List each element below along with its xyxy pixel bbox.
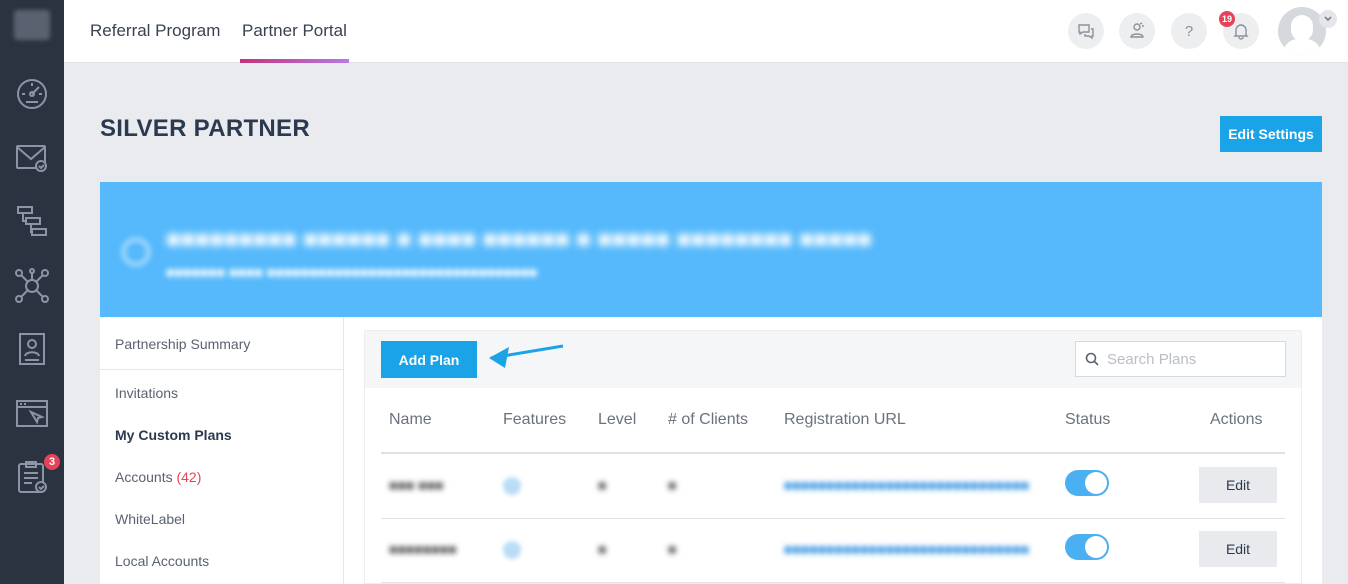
column-header-actions: Actions xyxy=(1210,411,1263,428)
tab-label: Partner Portal xyxy=(242,21,347,40)
edit-plan-button[interactable]: Edit xyxy=(1199,467,1277,503)
search-box xyxy=(1075,341,1286,377)
column-header-level[interactable]: Level xyxy=(598,411,636,429)
help-button[interactable]: ? xyxy=(1171,13,1207,49)
browser-icon[interactable] xyxy=(13,394,51,432)
profile-card-icon[interactable] xyxy=(13,330,51,368)
tab-referral-program[interactable]: Referral Program xyxy=(90,0,220,63)
column-header-registration-url[interactable]: Registration URL xyxy=(784,411,906,429)
help-icon: ? xyxy=(1184,22,1194,40)
plan-level-redacted: ■ xyxy=(598,541,607,557)
column-header-status[interactable]: Status xyxy=(1065,411,1110,429)
sidenav-item-invitations[interactable]: Invitations xyxy=(115,385,178,401)
plan-url-redacted[interactable]: ■■■■■■■■■■■■■■■■■■■■■■■■■■■■■ xyxy=(784,477,1029,493)
add-plan-button[interactable]: Add Plan xyxy=(381,341,477,378)
network-icon[interactable] xyxy=(13,266,51,304)
plan-clients-redacted: ■ xyxy=(668,541,677,557)
page-title: SILVER PARTNER xyxy=(100,115,310,142)
info-icon xyxy=(122,238,150,266)
partner-content-card: Partnership Summary Invitations My Custo… xyxy=(100,317,1322,584)
sidenav-item-my-custom-plans[interactable]: My Custom Plans xyxy=(115,427,232,443)
plan-clients-redacted: ■ xyxy=(668,477,677,493)
referral-button[interactable] xyxy=(1119,13,1155,49)
row-divider xyxy=(381,582,1285,583)
features-icon[interactable] xyxy=(503,477,521,495)
column-header-features[interactable]: Features xyxy=(503,411,566,429)
workflow-icon[interactable] xyxy=(13,202,51,240)
banner-redacted-line: ■■■■■■■■■ ■■■■■■ ■ ■■■■ ■■■■■■ ■ ■■■■■ ■… xyxy=(166,226,872,253)
avatar-body xyxy=(1283,39,1321,55)
clipboard-badge: 3 xyxy=(44,454,60,470)
row-divider xyxy=(381,518,1285,519)
sidenav-item-whitelabel[interactable]: WhiteLabel xyxy=(115,511,185,527)
edit-settings-button[interactable]: Edit Settings xyxy=(1220,116,1322,152)
search-plans-input[interactable] xyxy=(1107,350,1277,368)
sidenav-item-partnership-summary[interactable]: Partnership Summary xyxy=(115,336,250,352)
partner-sidenav: Partnership Summary Invitations My Custo… xyxy=(100,317,344,584)
column-header-clients[interactable]: # of Clients xyxy=(668,411,748,429)
chevron-down-icon[interactable] xyxy=(1319,10,1337,28)
toggle-knob xyxy=(1085,536,1107,558)
plans-toolbar: Add Plan xyxy=(365,331,1301,388)
mail-icon[interactable] xyxy=(13,138,51,176)
toggle-knob xyxy=(1085,472,1107,494)
chat-button[interactable] xyxy=(1068,13,1104,49)
column-header-name[interactable]: Name xyxy=(389,411,432,429)
top-bar: Referral Program Partner Portal ? 19 xyxy=(64,0,1348,63)
plan-url-redacted[interactable]: ■■■■■■■■■■■■■■■■■■■■■■■■■■■■■ xyxy=(784,541,1029,557)
divider xyxy=(100,369,344,370)
app-logo[interactable] xyxy=(14,10,50,40)
nav-rail: 3 xyxy=(0,0,64,584)
plan-level-redacted: ■ xyxy=(598,477,607,493)
sidenav-item-local-accounts[interactable]: Local Accounts xyxy=(115,553,209,569)
avatar[interactable] xyxy=(1278,7,1326,55)
plans-panel: Add Plan Name Features Level # of Client… xyxy=(364,330,1302,584)
edit-plan-button[interactable]: Edit xyxy=(1199,531,1277,567)
header-divider xyxy=(381,452,1285,454)
dashboard-icon[interactable] xyxy=(13,74,51,112)
search-icon xyxy=(1085,352,1099,366)
accounts-count: (42) xyxy=(176,469,202,485)
user-share-icon xyxy=(1130,22,1144,38)
status-toggle[interactable] xyxy=(1065,534,1109,560)
plan-name-redacted: ■■■■■■■■ xyxy=(389,541,457,557)
active-tab-indicator xyxy=(240,59,349,63)
sidenav-item-label: Accounts xyxy=(115,469,173,485)
bell-icon xyxy=(1233,24,1249,40)
status-toggle[interactable] xyxy=(1065,470,1109,496)
notification-badge: 19 xyxy=(1219,11,1235,27)
banner-redacted-line: ■■■■■■■ ■■■■ ■■■■■■■■■■■■■■■■■■■■■■■■■■■… xyxy=(166,264,538,280)
tab-partner-portal[interactable]: Partner Portal xyxy=(240,0,349,63)
sidenav-item-accounts[interactable]: Accounts (42) xyxy=(115,469,201,485)
plan-name-redacted: ■■■ ■■■ xyxy=(389,477,444,493)
features-icon[interactable] xyxy=(503,541,521,559)
avatar-head xyxy=(1291,15,1313,41)
arrow-annotation-icon xyxy=(489,344,564,368)
commission-banner: ■■■■■■■■■ ■■■■■■ ■ ■■■■ ■■■■■■ ■ ■■■■■ ■… xyxy=(100,182,1322,317)
chat-icon xyxy=(1078,24,1094,40)
